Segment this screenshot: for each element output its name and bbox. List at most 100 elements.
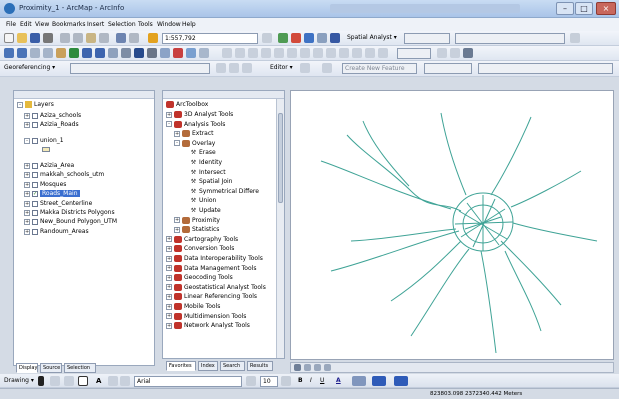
text-tool-icon[interactable]: A — [96, 377, 101, 385]
toolbox-item-toolbox[interactable]: + Cartography Tools — [166, 235, 238, 244]
toolbox-item-toolbox[interactable]: + Geocoding Tools — [166, 273, 233, 282]
toolbox-item-toolbox[interactable]: + Linear Referencing Tools — [166, 292, 257, 301]
menu-view[interactable]: View — [35, 21, 49, 28]
toolbox-item-toolbox[interactable]: +3D Analyst Tools — [166, 110, 233, 119]
font-size-dropdown-icon[interactable] — [281, 376, 291, 386]
select-elements-icon[interactable] — [121, 48, 131, 58]
drawing-menu[interactable]: Drawing ▾ — [4, 377, 34, 384]
zoom-in-icon[interactable] — [4, 48, 14, 58]
toolbox-item-tool[interactable]: ⚒ Symmetrical Differe — [182, 187, 259, 196]
map-scale-field[interactable]: 1:557,792 — [162, 33, 258, 44]
layer-expander[interactable]: + — [24, 209, 30, 216]
undo-icon[interactable] — [116, 33, 126, 43]
toc-layer-row[interactable]: + Mosques — [24, 180, 66, 189]
print-icon[interactable] — [43, 33, 53, 43]
toolbox-item-tool[interactable]: ⚒ Identity — [182, 158, 222, 167]
menu-selection[interactable]: Selection — [108, 21, 136, 28]
toc-root-expander[interactable]: - — [17, 101, 23, 108]
font-color-icon[interactable]: A — [336, 377, 341, 384]
tree-expander[interactable]: + — [166, 265, 172, 272]
edit-target-field[interactable] — [424, 63, 472, 74]
toolbox-item-tool[interactable]: ⚒ Union — [182, 196, 217, 205]
paste-icon[interactable] — [86, 33, 96, 43]
fixed-zoom-in-icon[interactable] — [30, 48, 40, 58]
text-dropdown-icon[interactable] — [108, 376, 118, 386]
scrollbar-thumb[interactable] — [278, 113, 283, 203]
toolbox-item-toolset[interactable]: - Overlay — [174, 139, 215, 148]
toolbox-item-toolbox[interactable]: + Network Analyst Tools — [166, 321, 250, 330]
layout-view-icon[interactable] — [304, 364, 311, 371]
tree-expander[interactable]: + — [174, 130, 180, 137]
tree-expander[interactable]: + — [174, 217, 180, 224]
toc-layer-row[interactable]: + Street_Centerline — [24, 199, 92, 208]
menu-window[interactable]: Window — [157, 21, 181, 28]
whats-this-help-icon[interactable] — [330, 33, 340, 43]
toolbox-item-toolbox[interactable]: + Mobile Tools — [166, 302, 220, 311]
layer-expander[interactable]: + — [24, 112, 30, 119]
close-button[interactable]: × — [596, 2, 616, 15]
toolbox-item-tool[interactable]: ⚒ Erase — [182, 148, 216, 157]
edit-extra-field[interactable] — [478, 63, 613, 74]
toc-layer-row[interactable]: + makkah_schools_utm — [24, 170, 104, 179]
layer-expander[interactable]: + — [24, 162, 30, 169]
marker-color-icon[interactable] — [394, 376, 408, 386]
layer-expander[interactable]: + — [24, 171, 30, 178]
fill-color-icon[interactable] — [352, 376, 366, 386]
toolbox-item-toolbox[interactable]: + Conversion Tools — [166, 244, 234, 253]
tree-expander[interactable]: + — [166, 303, 172, 310]
next-extent-icon[interactable] — [95, 48, 105, 58]
tree-expander[interactable]: + — [166, 111, 172, 118]
tree-expander[interactable]: - — [174, 140, 180, 147]
toc-root[interactable]: - Layers — [17, 100, 54, 109]
refresh-view-icon[interactable] — [314, 364, 321, 371]
toolbar-small-field[interactable] — [397, 48, 431, 59]
menu-file[interactable]: File — [6, 21, 16, 28]
map-canvas[interactable] — [291, 91, 613, 359]
italic-button[interactable]: I — [310, 377, 312, 384]
layer-checkbox[interactable] — [32, 171, 38, 178]
identify-icon[interactable] — [134, 48, 144, 58]
tab-favorites[interactable]: Favorites — [166, 361, 196, 371]
open-folder-icon[interactable] — [17, 33, 27, 43]
spatial-analyst-layer-field[interactable] — [404, 33, 450, 44]
arccatalog-icon[interactable] — [304, 33, 314, 43]
go-to-xy-icon[interactable] — [160, 48, 170, 58]
editor-toolbar-icon[interactable] — [278, 33, 288, 43]
toolbox-item-toolset[interactable]: + Statistics — [174, 225, 219, 234]
layer-checkbox[interactable] — [32, 228, 38, 235]
georeferencing-menu[interactable]: Georeferencing ▾ — [4, 64, 55, 71]
layer-expander[interactable]: - — [24, 137, 30, 144]
toolbox-item-tool[interactable]: ⚒ Update — [182, 206, 221, 215]
menu-bookmarks[interactable]: Bookmarks — [52, 21, 86, 28]
editor-menu[interactable]: Editor ▾ — [270, 64, 293, 71]
select-elements-arrow-icon[interactable] — [38, 376, 44, 386]
toolbar-blank-field[interactable] — [455, 33, 565, 44]
toolbox-item-tool[interactable]: ⚒ Intersect — [182, 168, 226, 177]
toolbox-item-toolbox[interactable]: - Analysis Tools — [166, 120, 225, 129]
toc-layer-row[interactable]: + New_Bound Polygon_UTM — [24, 217, 117, 226]
layer-expander[interactable]: + — [24, 218, 30, 225]
fixed-zoom-out-icon[interactable] — [43, 48, 53, 58]
layer-expander[interactable]: + — [24, 228, 30, 235]
arctoolbox-icon[interactable] — [291, 33, 301, 43]
layer-expander[interactable]: + — [24, 200, 30, 207]
layer-checkbox-checked[interactable]: ✓ — [32, 190, 38, 197]
add-data-icon[interactable] — [148, 33, 158, 43]
layer-checkbox[interactable] — [32, 137, 38, 144]
full-extent-icon[interactable] — [69, 48, 79, 58]
layout-tool-icon[interactable] — [463, 48, 473, 58]
tree-expander[interactable]: + — [166, 255, 172, 262]
tree-expander[interactable]: + — [166, 322, 172, 329]
zoom-out-icon[interactable] — [17, 48, 27, 58]
toc-layer-row[interactable]: - union_1 — [24, 136, 64, 145]
tree-expander[interactable]: + — [166, 284, 172, 291]
arctoolbox-root[interactable]: ArcToolbox — [166, 100, 208, 109]
tree-expander[interactable]: + — [174, 226, 180, 233]
toolbox-item-toolbox[interactable]: + Data Interoperability Tools — [166, 254, 263, 263]
toolbar-extra-icon[interactable] — [570, 33, 580, 43]
line-color-icon[interactable] — [372, 376, 386, 386]
toolbox-item-toolset[interactable]: + Proximity — [174, 216, 220, 225]
tab-index[interactable]: Index — [198, 361, 218, 371]
redo-icon[interactable] — [129, 33, 139, 43]
font-name-dropdown-icon[interactable] — [246, 376, 256, 386]
